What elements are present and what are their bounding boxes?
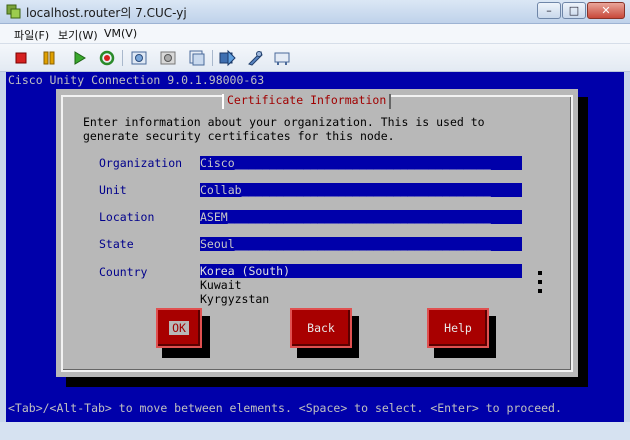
ok-button-label: OK [169, 321, 189, 335]
menu-view[interactable]: 보기(W) [58, 27, 98, 43]
menu-file[interactable]: 파일(F) [14, 27, 49, 43]
maximize-button[interactable]: □ [562, 2, 586, 19]
unit-label: Unit [99, 183, 127, 197]
statusbar [0, 422, 630, 440]
menu-vm[interactable]: VM(V) [104, 27, 137, 40]
country-scrollbar[interactable] [538, 266, 544, 298]
scroll-dot [538, 289, 542, 293]
vm-console[interactable]: Cisco Unity Connection 9.0.1.98000-63 Ce… [6, 72, 624, 422]
unit-input[interactable]: Collab__________________________________… [200, 183, 522, 197]
country-option[interactable]: Kuwait [200, 278, 522, 292]
pause-icon[interactable] [40, 49, 58, 67]
intro-line: Enter information about your organizatio… [83, 115, 485, 129]
close-icon: ✕ [601, 4, 611, 17]
network-icon[interactable] [273, 49, 291, 67]
help-button-label: Help [444, 321, 472, 335]
organization-input[interactable]: Cisco___________________________________… [200, 156, 522, 170]
country-label: Country [99, 265, 148, 279]
toolbar [0, 44, 630, 72]
scroll-dot [538, 271, 542, 275]
menubar: 파일(F) 보기(W) VM(V) [0, 24, 630, 44]
location-input[interactable]: ASEM____________________________________… [200, 210, 522, 224]
console-header: Cisco Unity Connection 9.0.1.98000-63 [8, 73, 265, 87]
window-titlebar: localhost.router의 7.CUC-yj – □ ✕ [0, 0, 630, 24]
reset-icon[interactable] [98, 49, 116, 67]
state-label: State [99, 237, 134, 251]
close-button[interactable]: ✕ [587, 2, 625, 19]
organization-label: Organization [99, 156, 183, 170]
minimize-button[interactable]: – [537, 2, 561, 19]
settings-icon[interactable] [246, 49, 264, 67]
dialog-intro: Enter information about your organizatio… [83, 115, 553, 143]
snapshot-manager-icon[interactable] [188, 49, 206, 67]
back-button[interactable]: Back [290, 308, 352, 348]
toolbar-separator [212, 50, 213, 66]
state-input[interactable]: Seoul___________________________________… [200, 237, 522, 251]
back-button-label: Back [307, 321, 335, 335]
country-option[interactable]: Kyrgyzstan [200, 292, 522, 306]
maximize-icon: □ [568, 4, 580, 17]
minimize-icon: – [546, 4, 552, 17]
vmware-app-icon [6, 4, 21, 19]
window-title: localhost.router의 7.CUC-yj [26, 6, 187, 20]
country-listbox[interactable]: Korea (South) Kuwait Kyrgyzstan [200, 264, 522, 306]
help-button[interactable]: Help [427, 308, 489, 348]
scroll-dot [538, 280, 542, 284]
certificate-dialog: Certificate Information Enter informatio… [56, 89, 578, 377]
intro-line: generate security certificates for this … [83, 129, 395, 143]
snapshot-icon[interactable] [130, 49, 148, 67]
stop-icon[interactable] [12, 49, 30, 67]
send-input-icon[interactable] [218, 49, 236, 67]
dialog-title: Certificate Information [222, 94, 392, 109]
play-icon[interactable] [70, 49, 88, 67]
ok-button[interactable]: OK [156, 308, 202, 348]
location-label: Location [99, 210, 155, 224]
toolbar-separator [122, 50, 123, 66]
console-footer: <Tab>/<Alt-Tab> to move between elements… [8, 401, 562, 415]
revert-snapshot-icon[interactable] [159, 49, 177, 67]
country-option[interactable]: Korea (South) [200, 264, 522, 278]
